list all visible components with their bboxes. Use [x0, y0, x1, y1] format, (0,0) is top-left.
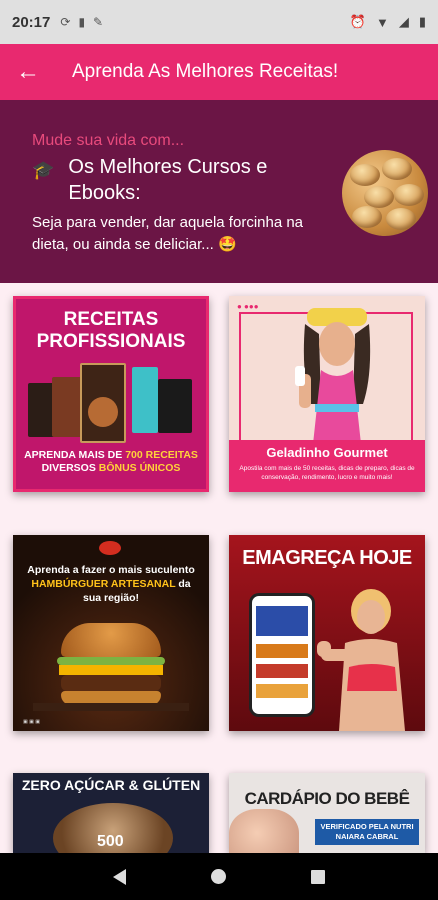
- signal-icon: ◢: [398, 14, 409, 29]
- course-card-receitas-profissionais[interactable]: RECEITAS PROFISSIONAIS APRENDA MAIS DE 7…: [13, 296, 209, 492]
- system-nav-bar: [0, 853, 438, 900]
- card-footer: APRENDA MAIS DE 700 RECEITAS DIVERSOS BÔ…: [24, 449, 198, 474]
- course-card-hamburguer-artesanal[interactable]: Aprenda a fazer o mais suculento HAMBÚRG…: [13, 535, 209, 731]
- sync-icon: ⟳: [60, 15, 71, 29]
- course-card-zero-acucar-gluten[interactable]: ZERO AÇÚCAR & GLÚTEN 500: [13, 773, 209, 853]
- battery-icon: ▮: [418, 14, 426, 29]
- verified-badge: VERIFICADO PELA NUTRI NAIARA CABRAL: [315, 819, 419, 845]
- circle-home-icon: [211, 869, 227, 884]
- card-title: CARDÁPIO DO BEBÊ: [244, 789, 410, 808]
- graduation-cap-icon: 🎓: [32, 160, 55, 180]
- hero-subtitle: Seja para vender, dar aquela forcinha na…: [32, 214, 304, 253]
- arrow-back-icon: ←: [16, 58, 40, 85]
- phone-mockup-image: [249, 593, 315, 717]
- card-title: Aprenda a fazer o mais suculento HAMBÚRG…: [27, 564, 195, 604]
- sim-icon: ▮: [78, 15, 86, 29]
- app-bar: ← Aprenda As Melhores Receitas!: [0, 44, 438, 100]
- wifi-icon: ▼: [375, 14, 389, 30]
- fitness-woman-image: [317, 589, 405, 731]
- status-time: 20:17: [12, 13, 51, 31]
- bread-image: [342, 150, 428, 236]
- square-recents-icon: [311, 869, 326, 884]
- system-icons: ⏰ ▼ ◢ ▮: [350, 14, 426, 30]
- card-title: ZERO AÇÚCAR & GLÚTEN: [21, 777, 201, 793]
- course-card-cardapio-do-bebe[interactable]: CARDÁPIO DO BEBÊ VERIFICADO PELA NUTRI N…: [229, 773, 425, 853]
- card-title: RECEITAS PROFISSIONAIS: [36, 309, 186, 352]
- brand-logo: [99, 541, 121, 555]
- course-card-geladinho-gourmet[interactable]: ● ●●● Geladinho Gourmet Apostila com mai…: [229, 296, 425, 492]
- course-card-emagreca-hoje[interactable]: EMAGREÇA HOJE: [229, 535, 425, 731]
- ebooks-image: [28, 361, 196, 447]
- card-footer-icons: ▣ ▣ ▣: [23, 719, 40, 725]
- hero-headline: Os Melhores Cursos e Ebooks:: [68, 156, 268, 204]
- hero-banner: Mude sua vida com... 🎓 Os Melhores Curso…: [0, 100, 438, 283]
- hero-kicker: Mude sua vida com...: [32, 132, 185, 149]
- card-title: EMAGREÇA HOJE: [242, 547, 412, 569]
- woman-holding-ice-pop-image: [295, 308, 371, 444]
- back-button[interactable]: ←: [0, 44, 56, 100]
- card-banner: Geladinho Gourmet Apostila com mais de 5…: [229, 440, 425, 492]
- nav-home-button[interactable]: [207, 865, 231, 889]
- card-title: Geladinho Gourmet: [266, 445, 388, 460]
- triangle-back-icon: [113, 868, 127, 885]
- signature-icon: ✎: [93, 15, 104, 29]
- wooden-board-image: [33, 703, 189, 711]
- nav-back-button[interactable]: [108, 865, 132, 889]
- brand-logo: ● ●●●: [237, 302, 259, 311]
- card-number: 500: [97, 833, 124, 850]
- page-title: Aprenda As Melhores Receitas!: [72, 61, 339, 82]
- notification-icons: ⟳ ▮ ✎: [60, 15, 103, 29]
- card-description: Apostila com mais de 50 receitas, dicas …: [239, 465, 415, 481]
- nav-recents-button[interactable]: [306, 865, 330, 889]
- burger-image: [57, 623, 165, 705]
- baby-image: [229, 809, 299, 853]
- status-bar: 20:17 ⟳ ▮ ✎ ⏰ ▼ ◢ ▮: [0, 0, 438, 44]
- alarm-icon: ⏰: [349, 14, 366, 29]
